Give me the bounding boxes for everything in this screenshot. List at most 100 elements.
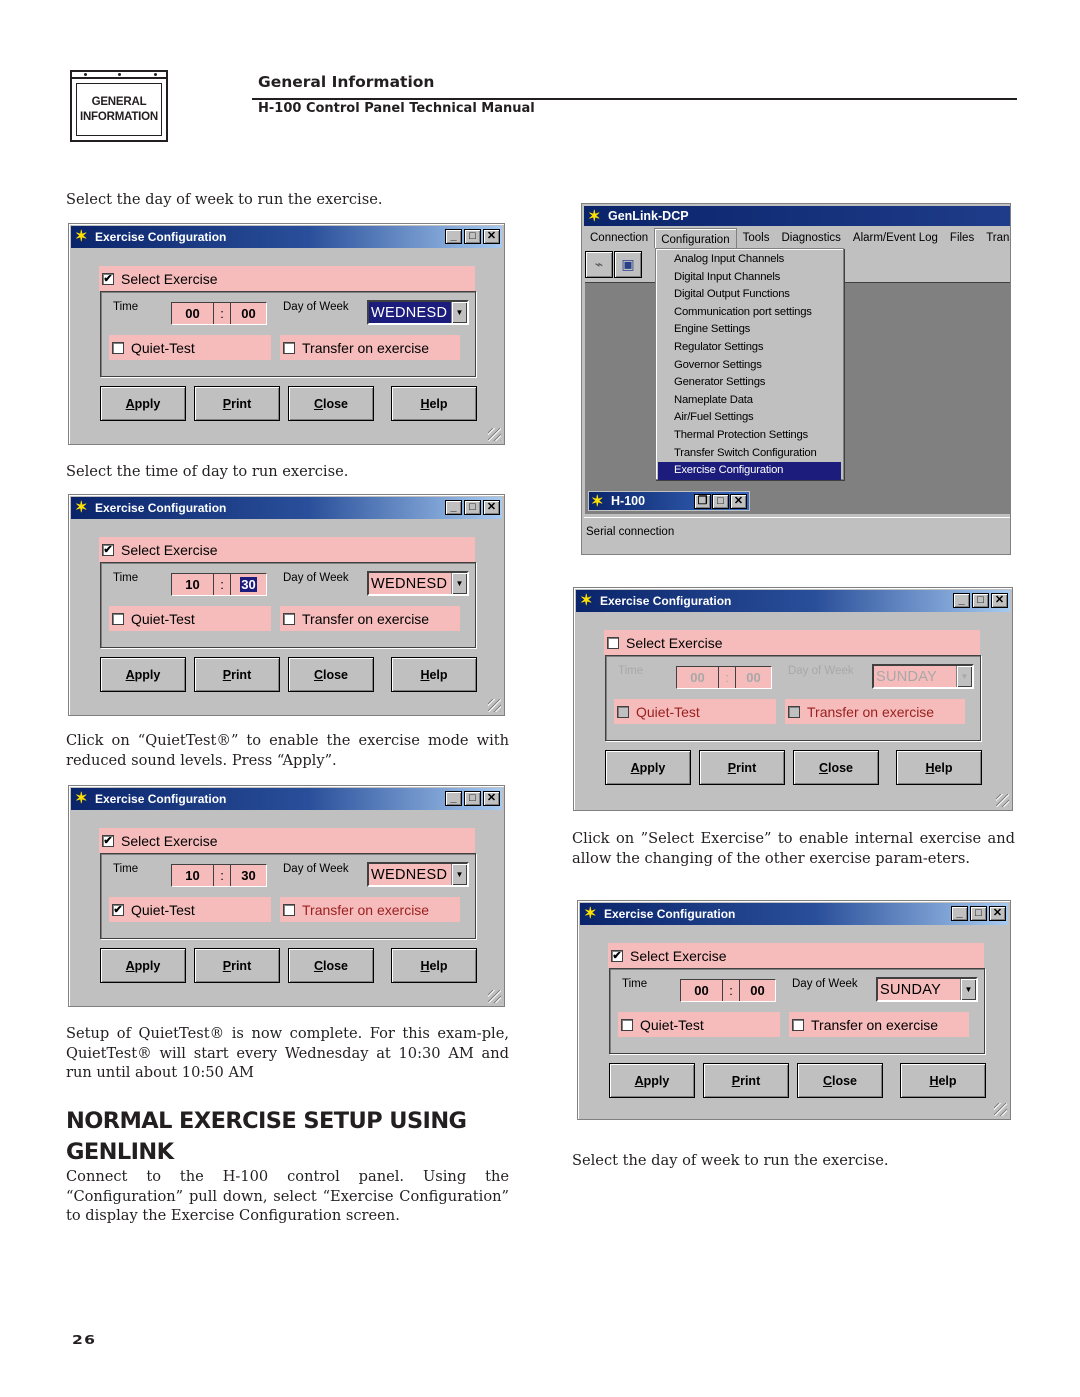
controller-icon[interactable]: ▣ [614,251,642,278]
checkbox[interactable]: ✔ [611,949,623,962]
chevron-down-icon[interactable]: ▼ [451,864,467,885]
close-button[interactable]: ✕ [483,500,500,515]
menu-files[interactable]: Files [944,228,980,248]
time-input[interactable]: 00 : 00 [171,302,267,325]
resize-grip[interactable] [996,794,1009,807]
checkbox[interactable] [621,1018,633,1031]
print-button[interactable]: Print [194,657,280,692]
minute-field[interactable]: 00 [231,303,266,324]
hour-field[interactable]: 00 [681,980,723,1001]
checkbox[interactable] [283,903,295,916]
apply-button[interactable]: Apply [609,1063,695,1098]
help-button[interactable]: Help [391,386,477,421]
print-button[interactable]: Print [194,386,280,421]
checkbox[interactable] [607,636,619,649]
minute-field[interactable]: 30 [231,574,266,595]
checkbox[interactable]: ✔ [102,272,114,285]
close-dialog-button[interactable]: Close [288,948,374,983]
h100-minimized-window[interactable]: ✶ H-100 ❐ □ ✕ [587,490,751,512]
close-button[interactable]: ✕ [991,593,1008,608]
print-button[interactable]: Print [194,948,280,983]
transfer-on-exercise-checkbox[interactable]: Transfer on exercise [280,897,460,922]
menu-tools[interactable]: Tools [737,228,776,248]
checkbox[interactable] [792,1018,804,1031]
checkbox[interactable] [617,705,629,718]
checkbox[interactable] [788,705,800,718]
day-of-week-select[interactable]: SUNDAY ▼ [876,977,978,1002]
menu-item-engine-settings[interactable]: Engine Settings [656,321,843,339]
help-button[interactable]: Help [896,750,982,785]
menu-item-transfer-switch-configuration[interactable]: Transfer Switch Configuration [656,445,843,463]
maximize-button[interactable]: □ [970,906,987,921]
minute-field[interactable]: 00 [736,667,771,688]
quiet-test-checkbox[interactable]: Quiet-Test [614,699,776,724]
maximize-button[interactable]: □ [712,494,729,509]
menu-item-exercise-configuration[interactable]: Exercise Configuration [658,462,841,480]
select-exercise-checkbox[interactable]: Select Exercise [604,630,980,655]
minimize-button[interactable]: _ [951,906,968,921]
minimize-button[interactable]: _ [953,593,970,608]
help-button[interactable]: Help [391,948,477,983]
checkbox[interactable] [283,612,295,625]
transfer-on-exercise-checkbox[interactable]: Transfer on exercise [789,1012,969,1037]
minute-field[interactable]: 00 [740,980,775,1001]
apply-button[interactable]: Apply [100,948,186,983]
help-button[interactable]: Help [391,657,477,692]
maximize-button[interactable]: □ [972,593,989,608]
checkbox[interactable]: ✔ [102,834,114,847]
checkbox[interactable] [283,341,295,354]
apply-button[interactable]: Apply [100,657,186,692]
connect-plug-icon[interactable]: ⌁ [585,251,613,278]
chevron-down-icon[interactable]: ▼ [451,573,467,594]
menu-item-analog-input-channels[interactable]: Analog Input Channels [656,251,843,269]
day-of-week-select[interactable]: WEDNESD ▼ [367,300,469,325]
menu-alarm-event-log[interactable]: Alarm/Event Log [847,228,944,248]
transfer-on-exercise-checkbox[interactable]: Transfer on exercise [280,335,460,360]
quiet-test-checkbox[interactable]: Quiet-Test [618,1012,780,1037]
resize-grip[interactable] [994,1103,1007,1116]
time-input[interactable]: 00 : 00 [680,979,776,1002]
resize-grip[interactable] [488,699,501,712]
menu-item-communication-port-settings[interactable]: Communication port settings [656,304,843,322]
menu-item-air-fuel-settings[interactable]: Air/Fuel Settings [656,409,843,427]
quiet-test-checkbox[interactable]: Quiet-Test [109,606,271,631]
maximize-button[interactable]: □ [464,229,481,244]
transfer-on-exercise-checkbox[interactable]: Transfer on exercise [785,699,965,724]
resize-grip[interactable] [488,428,501,441]
chevron-down-icon[interactable]: ▼ [451,302,467,323]
minute-field[interactable]: 30 [231,865,266,886]
restore-button[interactable]: ❐ [694,494,711,509]
maximize-button[interactable]: □ [464,500,481,515]
day-of-week-select[interactable]: WEDNESD ▼ [367,571,469,596]
select-exercise-checkbox[interactable]: ✔ Select Exercise [99,266,475,291]
time-input[interactable]: 10 : 30 [171,864,267,887]
close-dialog-button[interactable]: Close [797,1063,883,1098]
menu-item-regulator-settings[interactable]: Regulator Settings [656,339,843,357]
resize-grip[interactable] [488,990,501,1003]
checkbox[interactable] [112,612,124,625]
help-button[interactable]: Help [900,1063,986,1098]
menu-transfe[interactable]: Transfe [980,228,1010,248]
minimize-button[interactable]: _ [445,500,462,515]
apply-button[interactable]: Apply [100,386,186,421]
select-exercise-checkbox[interactable]: ✔ Select Exercise [608,943,984,968]
apply-button[interactable]: Apply [605,750,691,785]
time-input[interactable]: 10 : 30 [171,573,267,596]
close-button[interactable]: ✕ [483,791,500,806]
menu-item-governor-settings[interactable]: Governor Settings [656,357,843,375]
menu-connection[interactable]: Connection [584,228,654,248]
menu-item-nameplate-data[interactable]: Nameplate Data [656,392,843,410]
checkbox[interactable]: ✔ [102,543,114,556]
print-button[interactable]: Print [703,1063,789,1098]
menu-configuration[interactable]: Configuration [654,228,737,248]
day-of-week-select[interactable]: WEDNESD ▼ [367,862,469,887]
transfer-on-exercise-checkbox[interactable]: Transfer on exercise [280,606,460,631]
checkbox[interactable]: ✔ [112,903,124,916]
close-dialog-button[interactable]: Close [288,386,374,421]
day-of-week-select[interactable]: SUNDAY ▼ [872,664,974,689]
hour-field[interactable]: 00 [172,303,214,324]
chevron-down-icon[interactable]: ▼ [960,979,976,1000]
print-button[interactable]: Print [699,750,785,785]
menu-item-thermal-protection-settings[interactable]: Thermal Protection Settings [656,427,843,445]
select-exercise-checkbox[interactable]: ✔ Select Exercise [99,828,475,853]
